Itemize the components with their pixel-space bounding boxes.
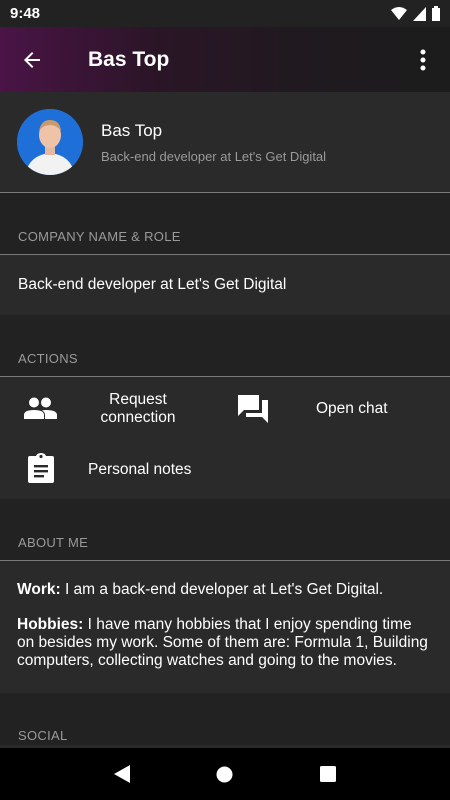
profile-subtitle: Back-end developer at Let's Get Digital: [101, 148, 327, 164]
personal-notes-button[interactable]: Personal notes: [0, 439, 210, 499]
forum-icon: [238, 395, 268, 423]
work-text: I am a back-end developer at Let's Get D…: [60, 581, 384, 598]
back-button[interactable]: [12, 40, 52, 80]
app-bar: Bas Top: [0, 27, 450, 92]
section-header-actions: ACTIONS: [0, 315, 450, 377]
nav-recents-icon: [320, 766, 337, 782]
about-hobbies: Hobbies: I have many hobbies that I enjo…: [17, 616, 432, 670]
nav-home-icon: [216, 766, 233, 782]
status-bar: 9:48: [0, 0, 450, 27]
page-title: Bas Top: [88, 47, 170, 71]
system-nav-bar: [0, 748, 450, 800]
personal-notes-label: Personal notes: [88, 461, 192, 478]
nav-recents-button[interactable]: [308, 754, 348, 794]
open-chat-label: Open chat: [316, 400, 388, 417]
arrow-back-icon: [24, 51, 40, 68]
nav-home-button[interactable]: [205, 754, 245, 794]
signal-icon: [413, 6, 426, 21]
nav-back-button[interactable]: [102, 754, 142, 794]
request-connection-button[interactable]: Request connection: [0, 377, 210, 439]
section-header-social: SOCIAL: [0, 693, 450, 745]
wifi-icon: [391, 6, 407, 20]
about-work: Work: I am a back-end developer at Let's…: [17, 581, 432, 599]
profile-content[interactable]: Bas Top Back-end developer at Let's Get …: [0, 92, 450, 748]
open-chat-button[interactable]: Open chat: [225, 377, 450, 439]
status-time: 9:48: [10, 5, 41, 22]
people-icon: [24, 397, 57, 419]
section-header-company: COMPANY NAME & ROLE: [0, 193, 450, 255]
profile-text: Bas Top Back-end developer at Let's Get …: [101, 121, 326, 164]
avatar: [17, 109, 83, 175]
section-header-about: ABOUT ME: [0, 499, 450, 561]
actions-panel: Request connection Open chat Personal no…: [0, 377, 450, 499]
work-label: Work:: [17, 581, 61, 598]
profile-name: Bas Top: [101, 120, 163, 140]
clipboard-icon: [28, 453, 54, 483]
hobbies-label: Hobbies:: [17, 616, 84, 633]
request-connection-label: Request connection: [100, 391, 176, 426]
nav-back-icon: [113, 765, 130, 783]
profile-header: Bas Top Back-end developer at Let's Get …: [0, 92, 450, 193]
avatar-picture: [17, 109, 83, 175]
more-vert-icon: [420, 49, 426, 70]
company-role-value: Back-end developer at Let's Get Digital: [0, 255, 450, 315]
about-me-text: Work: I am a back-end developer at Let's…: [0, 561, 450, 693]
status-icons: [391, 6, 440, 21]
battery-icon: [432, 6, 440, 21]
more-options-button[interactable]: [408, 40, 438, 80]
